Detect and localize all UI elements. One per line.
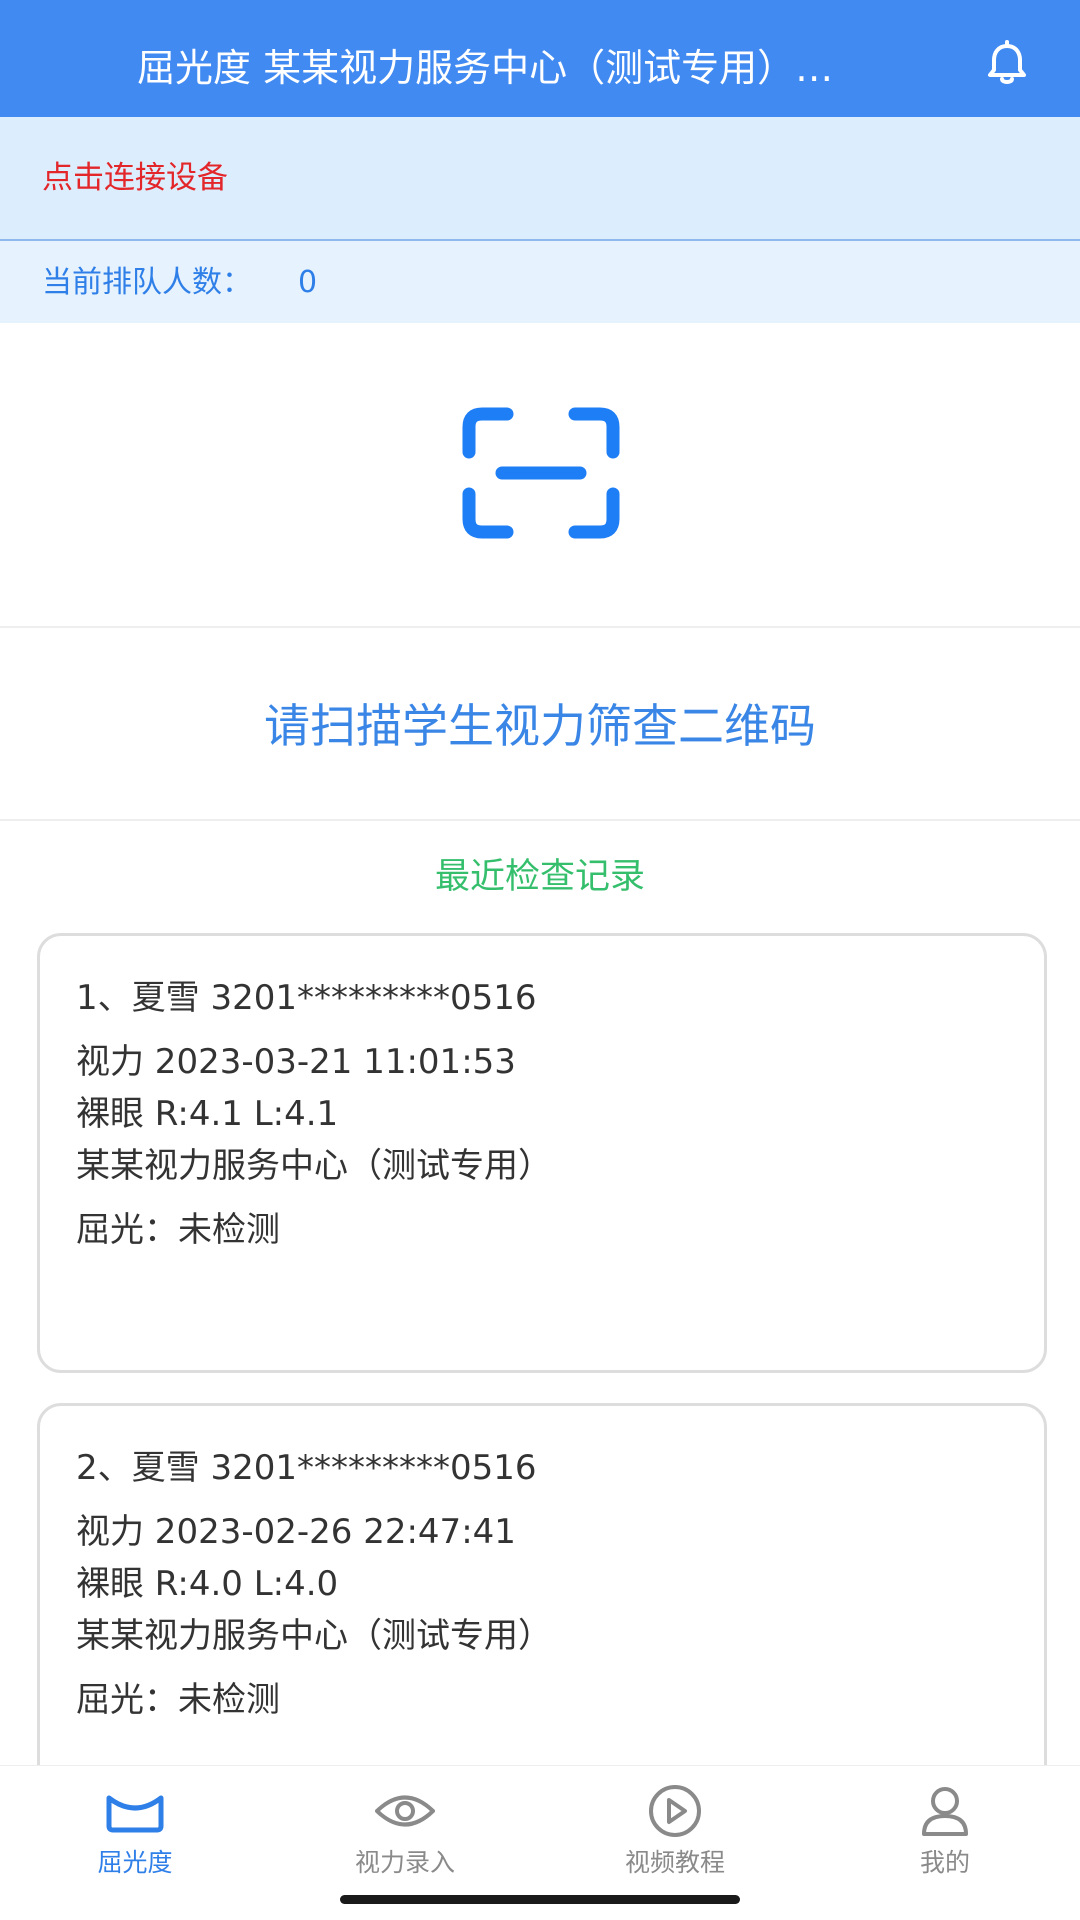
record-refraction: 屈光：未检测 [76, 1210, 280, 1250]
home-indicator[interactable] [340, 1895, 740, 1904]
record-center: 某某视力服务中心（测试专用） [76, 1146, 552, 1186]
record-center: 某某视力服务中心（测试专用） [76, 1616, 552, 1656]
page-title: 屈光度 某某视力服务中心（测试专用）… [137, 46, 834, 90]
record-header: 2、夏雪 3201*********0516 [76, 1448, 537, 1488]
queue-bar: 当前排队人数： 0 [0, 241, 1080, 323]
tab-label: 屈光度 [97, 1848, 173, 1877]
scan-icon[interactable] [462, 407, 620, 539]
scan-prompt-area[interactable]: 请扫描学生视力筛查二维码 [0, 630, 1080, 821]
scan-area[interactable] [0, 323, 1080, 628]
record-naked-eye: 裸眼 R:4.1 L:4.1 [76, 1094, 339, 1134]
record-card[interactable]: 1、夏雪 3201*********0516 视力 2023-03-21 11:… [37, 933, 1047, 1373]
scan-prompt[interactable]: 请扫描学生视力筛查二维码 [0, 696, 1080, 756]
recent-records-title: 最近检查记录 [434, 857, 645, 897]
play-icon [649, 1785, 701, 1837]
tab-refraction[interactable]: 屈光度 [0, 1766, 270, 1920]
user-icon [922, 1787, 968, 1836]
bell-icon[interactable] [982, 40, 1032, 90]
refraction-icon [106, 1795, 164, 1833]
screen: 屈光度 某某视力服务中心（测试专用）… 点击连接设备 当前排队人数： 0 请扫描… [0, 0, 1080, 1920]
top-bar: 屈光度 某某视力服务中心（测试专用）… [0, 0, 1080, 117]
record-refraction: 屈光：未检测 [76, 1680, 280, 1720]
tab-label: 视力录入 [354, 1848, 455, 1877]
connect-device-bar[interactable]: 点击连接设备 [0, 117, 1080, 241]
queue-label: 当前排队人数： [42, 265, 252, 300]
connect-device-label[interactable]: 点击连接设备 [42, 155, 228, 201]
queue-count: 0 [298, 265, 318, 300]
tab-label: 我的 [919, 1848, 970, 1877]
record-naked-eye: 裸眼 R:4.0 L:4.0 [76, 1564, 339, 1604]
record-vision-time: 视力 2023-02-26 22:47:41 [76, 1512, 516, 1552]
record-vision-time: 视力 2023-03-21 11:01:53 [76, 1042, 516, 1082]
tab-label: 视频教程 [624, 1848, 725, 1877]
record-header: 1、夏雪 3201*********0516 [76, 978, 537, 1018]
eye-icon [375, 1795, 435, 1827]
tab-mine[interactable]: 我的 [810, 1766, 1080, 1920]
